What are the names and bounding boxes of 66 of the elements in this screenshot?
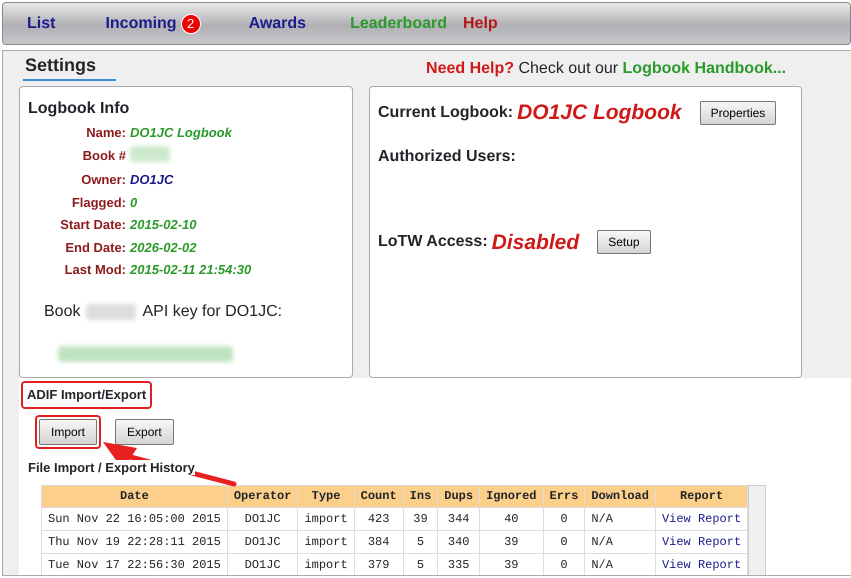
column-header: Operator	[227, 486, 298, 508]
table-cell: DO1JC	[227, 508, 298, 530]
table-cell: DO1JC	[227, 530, 298, 554]
nav-link[interactable]: Incoming	[105, 12, 177, 36]
field-value: 2015-02-11 21:54:30	[130, 261, 252, 279]
table-cell: 39	[480, 530, 544, 554]
table-cell: 344	[438, 508, 480, 530]
page-title: Settings	[23, 52, 116, 81]
lotw-access-label: LoTW Access:	[378, 232, 488, 252]
nav-link[interactable]: Awards	[248, 12, 306, 36]
current-logbook-name: DO1JC Logbook	[517, 100, 682, 126]
table-cell: 384	[354, 530, 404, 554]
properties-button[interactable]: Properties	[700, 100, 776, 125]
scrollbar[interactable]	[748, 485, 766, 575]
field-label: Last Mod:	[64, 261, 126, 279]
notification-badge: 2	[180, 14, 201, 34]
table-cell: 5	[403, 530, 438, 554]
table-cell: 0	[543, 530, 585, 554]
table-cell: Thu Nov 19 22:28:11 2015	[42, 530, 228, 554]
table-cell: 340	[438, 530, 480, 554]
setup-button[interactable]: Setup	[597, 230, 651, 254]
table-cell: N/A	[584, 508, 656, 530]
field-label: Book #	[82, 146, 126, 164]
field-value: 0	[130, 194, 138, 212]
authorized-users-label: Authorized Users:	[378, 146, 517, 166]
field-value: 2015-02-10	[130, 216, 198, 234]
field-label: Flagged:	[70, 194, 126, 212]
table-cell: import	[298, 508, 354, 530]
table-cell: 0	[543, 508, 585, 530]
column-header: Report	[655, 486, 748, 508]
column-header: Date	[42, 486, 228, 508]
action-button[interactable]: Export	[115, 418, 174, 444]
table-cell: Tue Nov 17 22:56:30 2015	[42, 554, 228, 575]
field-value: 2026-02-02	[130, 238, 198, 256]
column-header: Ins	[403, 486, 438, 508]
column-header: Ignored	[480, 486, 544, 508]
table-cell: 40	[480, 508, 544, 530]
field-label: Name:	[85, 124, 126, 142]
action-button[interactable]: Import	[39, 418, 98, 444]
table-cell: 39	[403, 508, 438, 530]
table-cell: 423	[354, 508, 404, 530]
panel-title: Logbook Info	[28, 99, 130, 119]
section-title: ADIF Import/Export	[27, 387, 146, 402]
current-logbook-label: Current Logbook:	[378, 102, 514, 123]
section-heading: File Import / Export History	[28, 460, 195, 474]
field-label: Owner:	[80, 171, 126, 189]
api-key-label: Book	[44, 302, 80, 322]
table-cell: N/A	[584, 530, 656, 554]
lotw-status: Disabled	[492, 230, 580, 256]
column-header: Errs	[543, 486, 585, 508]
column-header: Count	[354, 486, 404, 508]
help-lead: Need Help?	[426, 60, 514, 77]
field-label: End Date:	[64, 238, 126, 256]
table-cell: Sun Nov 22 16:05:00 2015	[42, 508, 228, 530]
table-cell: import	[298, 530, 354, 554]
help-text: Check out our	[517, 60, 620, 77]
column-header: Download	[584, 486, 656, 508]
api-key-label: API key for DO1JC:	[142, 302, 282, 322]
column-header: Type	[298, 486, 354, 508]
field-value: DO1JC	[130, 171, 174, 189]
column-header: Dups	[438, 486, 480, 508]
redacted-value	[86, 304, 136, 320]
nav-link[interactable]: List	[27, 12, 56, 36]
field-value: DO1JC Logbook	[130, 124, 234, 142]
redacted-value	[130, 146, 170, 162]
field-label: Start Date:	[59, 216, 126, 234]
